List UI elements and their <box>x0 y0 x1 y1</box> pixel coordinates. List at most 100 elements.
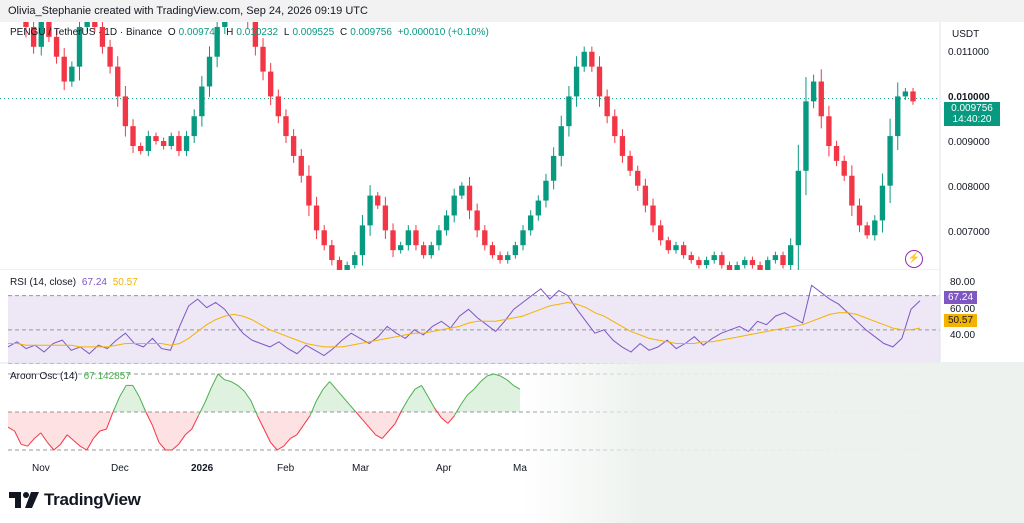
candle <box>535 200 541 216</box>
candle <box>581 51 587 67</box>
candle <box>879 185 886 221</box>
rsi-pane[interactable] <box>0 270 1024 364</box>
aroon-area <box>165 412 173 450</box>
open-label: O <box>167 27 176 38</box>
candle-countdown: 14:40:20 <box>952 114 992 125</box>
candle <box>612 116 618 137</box>
time-axis[interactable]: Nov Dec 2026 Feb Mar Apr Ma <box>0 458 1024 476</box>
candle <box>658 225 664 241</box>
candle <box>459 185 465 196</box>
candle <box>749 260 756 266</box>
aroon-area <box>408 389 415 412</box>
top-bar: Olivia_Stephanie created with TradingVie… <box>0 0 1024 22</box>
price-pane[interactable] <box>0 22 1024 270</box>
candle <box>122 96 129 127</box>
candle <box>138 146 144 151</box>
candle <box>367 195 373 226</box>
candle <box>635 170 641 186</box>
tradingview-logo-icon <box>9 492 39 508</box>
candle <box>443 215 450 231</box>
candle <box>352 255 358 266</box>
aroon-area <box>316 389 324 412</box>
rsi-ma-legend-value: 50.57 <box>112 277 138 288</box>
aroon-label[interactable]: Aroon Osc (14) <box>10 371 78 382</box>
aroon-area <box>500 375 507 412</box>
candle <box>451 195 457 216</box>
rsi-tick: 80.00 <box>950 277 976 288</box>
aroon-area <box>34 412 41 439</box>
time-tick: Nov <box>32 463 50 474</box>
rsi-value-tag: 67.24 <box>944 291 978 304</box>
tradingview-logo[interactable]: TradingView <box>9 490 141 510</box>
time-tick: Ma <box>513 463 527 474</box>
candle <box>596 66 603 97</box>
candle <box>604 96 610 117</box>
candle <box>765 260 771 270</box>
candle <box>642 185 649 206</box>
candle <box>505 255 511 261</box>
candle <box>153 136 159 142</box>
candle <box>290 136 297 156</box>
candle <box>275 96 281 117</box>
candle <box>183 136 190 151</box>
rsi-label[interactable]: RSI (14, close) <box>10 277 76 288</box>
candle <box>466 185 473 211</box>
candle <box>489 245 496 256</box>
price-tick: 0.009000 <box>948 137 990 148</box>
aroon-area <box>283 412 291 447</box>
candle <box>589 51 595 67</box>
aroon-area <box>132 385 140 412</box>
candle <box>665 240 671 251</box>
candle <box>543 180 549 201</box>
aroon-area <box>224 379 232 412</box>
candle <box>573 66 580 97</box>
low-value: 0.009525 <box>292 27 335 38</box>
time-tick: Apr <box>436 463 452 474</box>
candle <box>329 245 335 261</box>
last-price-tag: 0.009756 14:40:20 <box>944 102 1000 126</box>
candle <box>191 116 197 137</box>
aroon-area <box>290 412 297 439</box>
candle <box>405 230 411 246</box>
candle <box>260 46 266 72</box>
rsi-legend: RSI (14, close) 67.24 50.57 <box>10 277 141 288</box>
time-tick: Dec <box>111 463 129 474</box>
candle <box>199 86 205 117</box>
aroon-area <box>441 412 448 424</box>
candle <box>703 260 710 266</box>
aroon-area <box>362 412 370 428</box>
time-tick: Feb <box>277 463 295 474</box>
aroon-area <box>14 412 22 445</box>
candle <box>719 255 725 266</box>
symbol-label[interactable]: PENGU / TetherUS · 1D · Binance <box>10 27 162 38</box>
price-tick: 0.011000 <box>948 47 989 58</box>
candle <box>650 205 656 226</box>
candle <box>382 205 389 231</box>
open-value: 0.009746 <box>178 27 221 38</box>
candle <box>390 230 396 251</box>
candle <box>627 155 633 171</box>
aroon-area <box>80 412 87 450</box>
aroon-area <box>296 412 304 435</box>
aroon-area <box>421 385 429 412</box>
aroon-area <box>126 385 133 412</box>
candle <box>558 126 564 156</box>
candle <box>810 81 817 102</box>
time-tick: Mar <box>352 463 370 474</box>
candle <box>283 116 289 137</box>
tradingview-brand: TradingView <box>44 490 141 509</box>
price-tick: 0.007000 <box>948 227 990 238</box>
candle <box>818 81 824 117</box>
aroon-area <box>264 412 271 443</box>
candle <box>902 91 909 97</box>
candle <box>711 255 717 261</box>
candle <box>53 36 60 57</box>
lightning-icon[interactable]: ⚡ <box>905 250 923 268</box>
candle <box>268 71 274 97</box>
candle <box>780 255 786 266</box>
candle <box>436 230 442 246</box>
aroon-area <box>493 374 501 412</box>
candle <box>910 91 916 102</box>
candle <box>497 255 503 261</box>
aroon-area <box>119 385 127 412</box>
